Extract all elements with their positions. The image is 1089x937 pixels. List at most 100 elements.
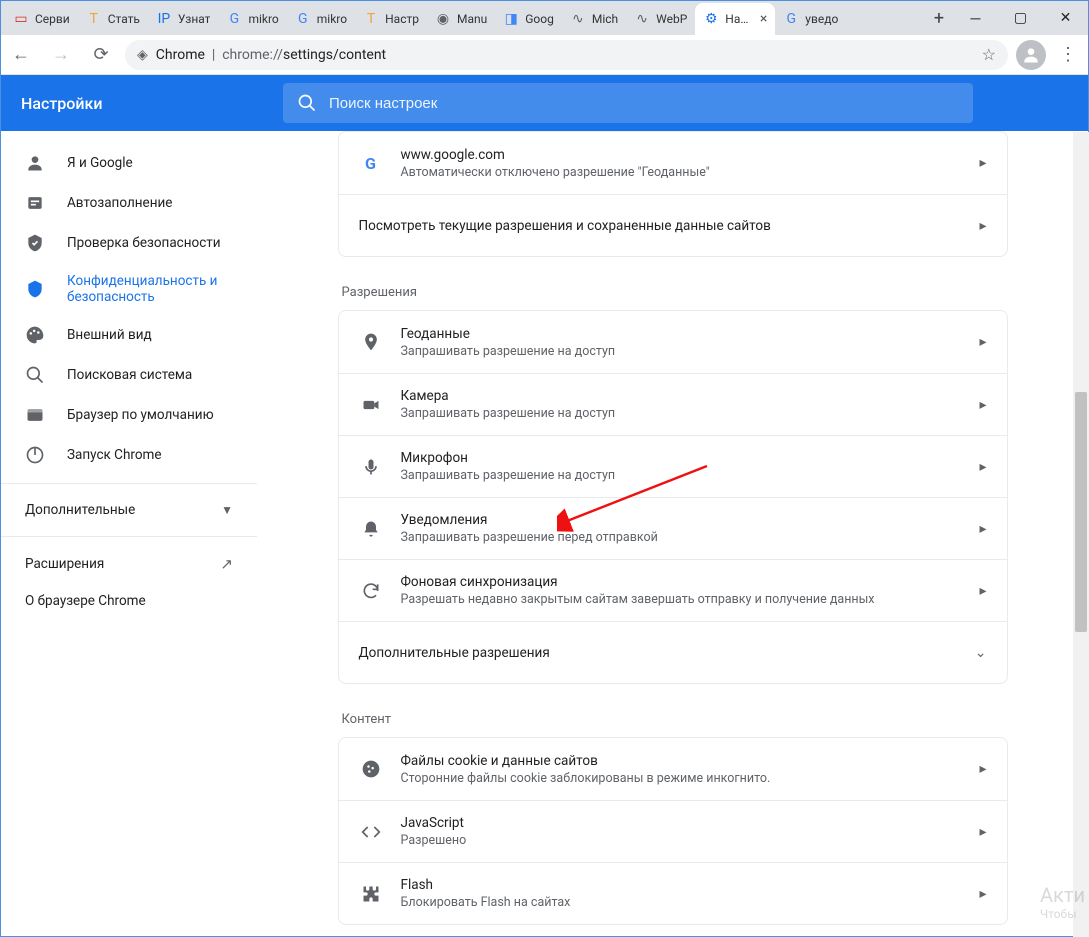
sidebar-item-palette[interactable]: Внешний вид	[1, 315, 257, 355]
chevron-right-icon: ▸	[979, 218, 986, 234]
close-window-button[interactable]: ✕	[1043, 1, 1088, 35]
row-subtitle: Разрешать недавно закрытым сайтам заверш…	[401, 592, 962, 607]
minimize-button[interactable]: ─	[953, 1, 998, 35]
sidebar-item-power[interactable]: Запуск Chrome	[1, 435, 257, 475]
scrollbar-thumb[interactable]	[1075, 392, 1087, 632]
browser-tab[interactable]: G уведо	[775, 3, 846, 35]
sidebar-item-search[interactable]: Поисковая система	[1, 355, 257, 395]
tab-title: Manu	[457, 12, 487, 26]
sidebar-about-label: О браузере Chrome	[25, 593, 146, 609]
new-tab-button[interactable]: +	[925, 1, 953, 35]
chevron-down-icon: ⌄	[975, 645, 987, 661]
tab-favicon: IP	[156, 11, 172, 27]
permission-row-sync[interactable]: Фоновая синхронизация Разрешать недавно …	[339, 559, 1007, 621]
content-row-puzzle[interactable]: Flash Блокировать Flash на сайтах ▸	[339, 862, 1007, 924]
power-icon	[25, 445, 45, 465]
row-subtitle: Запрашивать разрешение перед отправкой	[401, 530, 962, 545]
sidebar-divider	[1, 483, 257, 484]
chevron-right-icon: ▸	[979, 761, 986, 777]
tab-title: Узнат	[178, 12, 211, 26]
settings-search-input[interactable]	[329, 95, 959, 112]
tab-title: уведо	[805, 12, 838, 26]
view-all-sites-row[interactable]: Посмотреть текущие разрешения и сохранен…	[339, 194, 1007, 256]
close-tab-icon[interactable]: ×	[760, 12, 767, 26]
sidebar-item-autofill[interactable]: Автозаполнение	[1, 183, 257, 223]
sidebar-advanced-label: Дополнительные	[25, 502, 135, 518]
sidebar-item-shield[interactable]: Конфиденциальность и безопасность	[1, 263, 257, 315]
page-scrollbar[interactable]	[1073, 132, 1089, 937]
bookmark-star-icon[interactable]: ☆	[982, 45, 996, 64]
search-icon	[297, 93, 317, 113]
sync-icon	[359, 579, 383, 603]
tab-title: Настр	[385, 12, 419, 26]
browser-tab[interactable]: ◉ Manu	[427, 3, 495, 35]
browser-tab[interactable]: ▭ Серви	[5, 3, 78, 35]
permission-row-mic[interactable]: Микрофон Запрашивать разрешение на досту…	[339, 435, 1007, 497]
sidebar-item-shield-check[interactable]: Проверка безопасности	[1, 223, 257, 263]
row-subtitle: Сторонние файлы cookie заблокированы в р…	[401, 771, 962, 786]
settings-content-scroll[interactable]: G www.google.com Автоматически отключено…	[318, 131, 1028, 936]
settings-sidebar: Я и Google Автозаполнение Проверка безоп…	[1, 131, 257, 936]
content-row-code[interactable]: JavaScript Разрешено ▸	[339, 800, 1007, 862]
forward-button[interactable]: →	[45, 39, 77, 71]
browser-tab[interactable]: G mikro	[218, 3, 286, 35]
tab-favicon: ▭	[13, 11, 29, 27]
browser-tab[interactable]: G mikro	[287, 3, 355, 35]
tab-favicon: ∿	[570, 11, 586, 27]
puzzle-icon	[359, 882, 383, 906]
profile-avatar[interactable]	[1016, 40, 1046, 70]
browser-tab[interactable]: ∿ WebP	[626, 3, 695, 35]
window-titlebar: ▭ Серви T Стать IP Узнат G mikro G mikro…	[1, 1, 1088, 35]
browser-tab[interactable]: T Стать	[78, 3, 148, 35]
row-title: Фоновая синхронизация	[401, 574, 962, 590]
row-title: Уведомления	[401, 512, 962, 528]
permission-row-camera[interactable]: Камера Запрашивать разрешение на доступ …	[339, 373, 1007, 435]
sidebar-item-label: Автозаполнение	[67, 195, 172, 211]
content-section-header: Контент	[338, 684, 1008, 737]
sidebar-about-link[interactable]: О браузере Chrome	[1, 583, 257, 619]
recent-site-title: www.google.com	[401, 147, 962, 163]
chrome-menu-button[interactable]: ⋮	[1054, 44, 1082, 65]
tab-favicon: ◨	[503, 11, 519, 27]
row-subtitle: Запрашивать разрешение на доступ	[401, 344, 962, 359]
sidebar-divider	[1, 536, 257, 537]
additional-permissions-label: Дополнительные разрешения	[359, 645, 957, 661]
browser-tab[interactable]: T Настр	[355, 3, 427, 35]
tab-favicon: G	[226, 11, 242, 27]
tab-title: Стать	[108, 12, 140, 26]
row-title: Геоданные	[401, 326, 962, 342]
tab-favicon: ∿	[634, 11, 650, 27]
tab-title: Goog	[525, 12, 554, 26]
sidebar-item-person[interactable]: Я и Google	[1, 143, 257, 183]
browser-tab[interactable]: ∿ Mich	[562, 3, 626, 35]
camera-icon	[359, 393, 383, 417]
reload-button[interactable]: ⟳	[85, 39, 117, 71]
sidebar-advanced-toggle[interactable]: Дополнительные ▼	[1, 492, 257, 528]
sidebar-item-browser[interactable]: Браузер по умолчанию	[1, 395, 257, 435]
content-row-cookie[interactable]: Файлы cookie и данные сайтов Сторонние ф…	[339, 738, 1007, 800]
browser-tab[interactable]: IP Узнат	[148, 3, 219, 35]
browser-tab[interactable]: ◨ Goog	[495, 3, 562, 35]
maximize-button[interactable]: ▢	[998, 1, 1043, 35]
settings-search-box[interactable]	[283, 83, 973, 123]
permission-row-location[interactable]: Геоданные Запрашивать разрешение на дост…	[339, 311, 1007, 373]
permissions-card: Геоданные Запрашивать разрешение на дост…	[338, 310, 1008, 684]
tab-favicon: ⚙	[703, 11, 719, 27]
chevron-right-icon: ▸	[979, 583, 986, 599]
settings-header: Настройки	[1, 75, 1088, 131]
address-bar[interactable]: ◈ Chrome | chrome://settings/content ☆	[125, 40, 1008, 70]
permission-row-bell[interactable]: Уведомления Запрашивать разрешение перед…	[339, 497, 1007, 559]
recent-site-row[interactable]: G www.google.com Автоматически отключено…	[339, 132, 1007, 194]
row-title: JavaScript	[401, 815, 962, 831]
tab-title: mikro	[248, 12, 278, 26]
chevron-right-icon: ▸	[979, 459, 986, 475]
row-title: Flash	[401, 877, 962, 893]
row-subtitle: Блокировать Flash на сайтах	[401, 895, 962, 910]
browser-tab-active[interactable]: ⚙ Настройки ×	[695, 3, 775, 35]
back-button[interactable]: ←	[5, 39, 37, 71]
additional-permissions-toggle[interactable]: Дополнительные разрешения ⌄	[339, 621, 1007, 683]
bell-icon	[359, 517, 383, 541]
sidebar-extensions-link[interactable]: Расширения ↗	[1, 545, 257, 583]
sidebar-item-label: Внешний вид	[67, 327, 152, 343]
site-info-icon[interactable]: ◈	[137, 47, 148, 63]
